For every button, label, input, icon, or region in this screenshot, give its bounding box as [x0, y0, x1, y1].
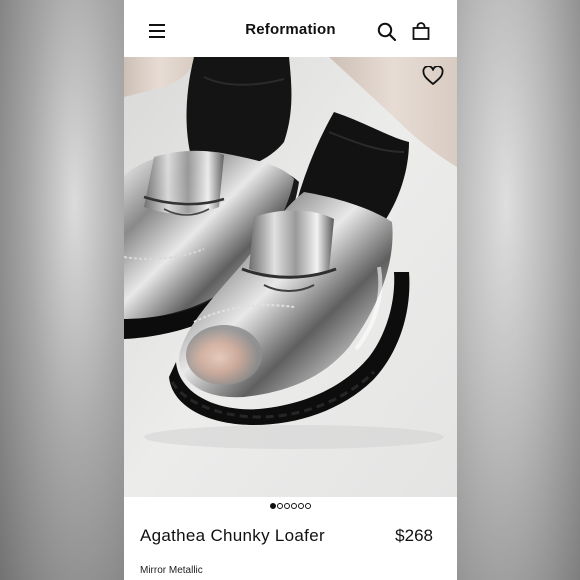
product-image[interactable] [124, 57, 457, 497]
carousel-dot[interactable] [298, 503, 304, 509]
product-page: Reformation Agathea Chunky Loafer $268 M… [124, 0, 457, 580]
hamburger-menu-icon[interactable] [149, 24, 165, 38]
loafer-photo [124, 57, 457, 497]
carousel-dot[interactable] [291, 503, 297, 509]
search-icon[interactable] [377, 22, 397, 42]
product-price: $268 [395, 526, 433, 545]
brand-logo: Reformation [245, 21, 336, 38]
carousel-dot[interactable] [270, 503, 276, 509]
heart-outline-icon[interactable] [422, 65, 444, 86]
carousel-dot[interactable] [277, 503, 283, 509]
carousel-dot[interactable] [284, 503, 290, 509]
product-color: Mirror Metallic [140, 565, 203, 576]
shopping-bag-icon[interactable] [411, 21, 431, 41]
product-title: Agathea Chunky Loafer [140, 526, 325, 545]
carousel-dot[interactable] [305, 503, 311, 509]
top-navigation-bar: Reformation [124, 0, 457, 57]
image-carousel-indicator [124, 503, 457, 513]
